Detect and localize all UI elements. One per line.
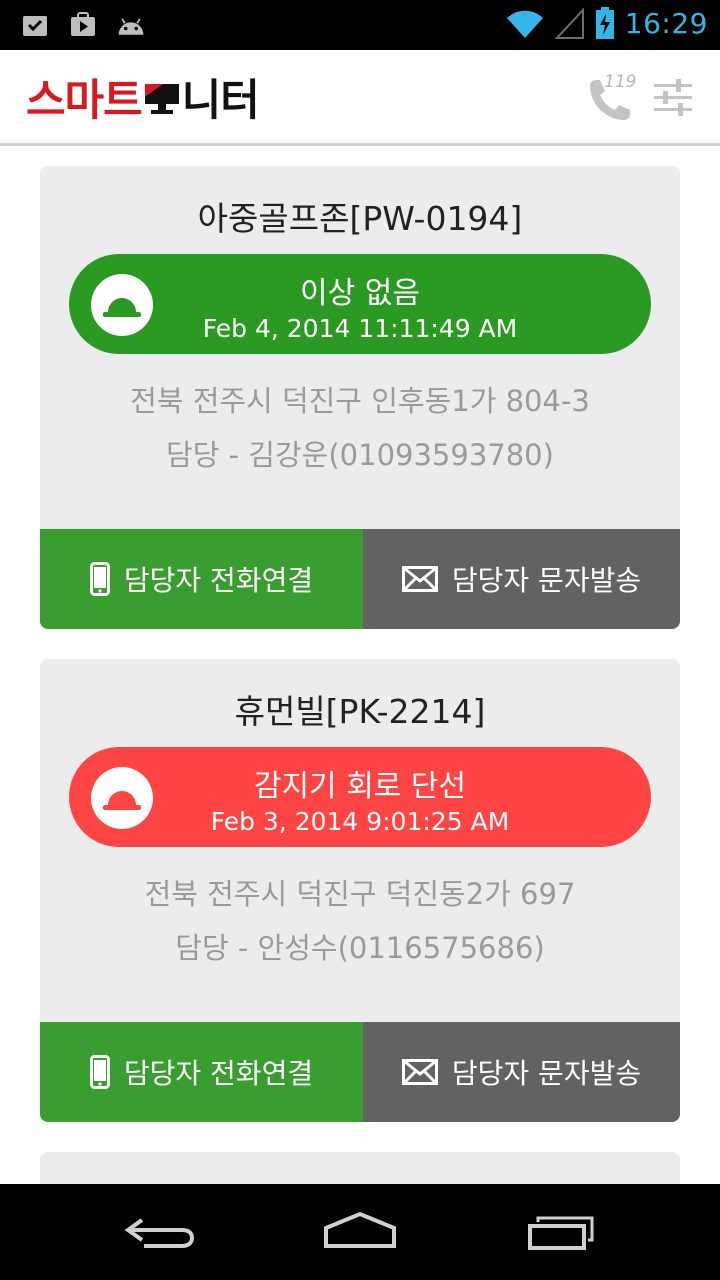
app-logo: 스마트 니터 (26, 72, 260, 126)
status-text: 이상 없음 (300, 276, 420, 311)
wifi-icon (506, 10, 543, 39)
download-done-icon (23, 16, 47, 36)
signal-icon (554, 7, 584, 39)
android-icon (118, 18, 144, 35)
back-icon[interactable] (120, 1208, 200, 1256)
status-text: 감지기 회로 단선 (253, 769, 467, 804)
logo-text-black: 니터 (181, 76, 260, 126)
card-actions: 담당자 전화연결 담당자 문자발송 (40, 529, 680, 629)
envelope-icon (401, 566, 438, 592)
call-119-label: 119 (604, 72, 637, 92)
home-icon[interactable] (320, 1208, 400, 1256)
settings-sliders-icon[interactable] (652, 78, 694, 118)
navigation-bar (0, 1184, 720, 1280)
device-list: 아중골프존[PW-0194] 이상 없음 Feb 4, 2014 11:11:4… (40, 166, 680, 1152)
call-manager-button[interactable]: 담당자 전화연결 (40, 529, 363, 629)
device-title: 휴먼빌[PK-2214] (234, 692, 486, 731)
sms-manager-button[interactable]: 담당자 문자발송 (363, 1022, 680, 1122)
card-actions: 담당자 전화연결 담당자 문자발송 (40, 1022, 680, 1122)
app-bar: 스마트 니터 119 (0, 50, 720, 146)
sms-manager-label: 담당자 문자발송 (451, 1057, 642, 1090)
sms-manager-label: 담당자 문자발송 (451, 564, 642, 597)
call-manager-label: 담당자 전화연결 (123, 564, 314, 597)
status-time: Feb 4, 2014 11:11:49 AM (202, 314, 518, 343)
monitor-icon (144, 84, 179, 114)
status-pill[interactable]: 감지기 회로 단선 Feb 3, 2014 9:01:25 AM (69, 747, 651, 847)
call-manager-button[interactable]: 담당자 전화연결 (40, 1022, 363, 1122)
phone-icon (89, 562, 110, 596)
device-title: 아중골프존[PW-0194] (197, 199, 523, 238)
logo-text-red: 스마트 (26, 76, 143, 126)
device-card: 휴먼빌[PK-2214] 감지기 회로 단선 Feb 3, 2014 9:01:… (40, 659, 680, 1122)
sms-manager-button[interactable]: 담당자 문자발송 (363, 529, 680, 629)
status-time: Feb 3, 2014 9:01:25 AM (210, 807, 510, 836)
envelope-icon (401, 1059, 438, 1085)
battery-charging-icon (595, 7, 614, 39)
status-bar: 16:29 (0, 0, 720, 50)
device-manager: 담당 - 안성수(0116575686) (175, 931, 545, 965)
call-manager-label: 담당자 전화연결 (123, 1057, 314, 1090)
device-address: 전북 전주시 덕진구 인후동1가 804-3 (130, 384, 590, 418)
device-manager: 담당 - 김강운(01093593780) (166, 438, 554, 472)
device-address: 전북 전주시 덕진구 덕진동2가 697 (144, 877, 576, 911)
status-pill[interactable]: 이상 없음 Feb 4, 2014 11:11:49 AM (69, 254, 651, 354)
recent-apps-icon[interactable] (520, 1208, 600, 1256)
phone-icon (89, 1055, 110, 1089)
play-store-icon (71, 12, 95, 36)
device-card: 아중골프존[PW-0194] 이상 없음 Feb 4, 2014 11:11:4… (40, 166, 680, 629)
clock: 16:29 (624, 6, 708, 40)
